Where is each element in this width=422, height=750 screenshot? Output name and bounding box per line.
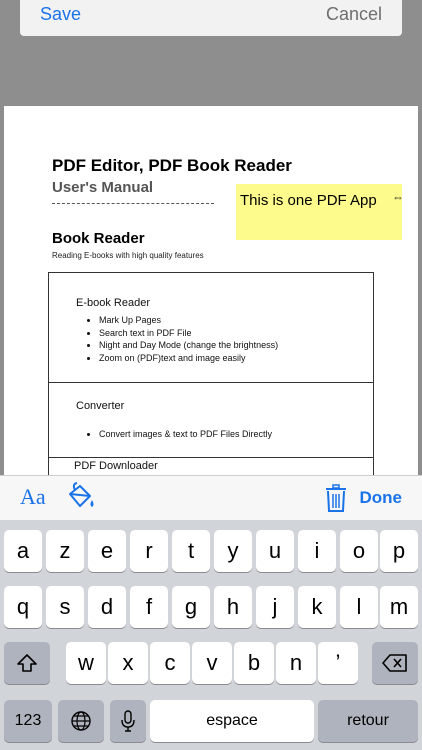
feature-box-title: E-book Reader <box>76 297 150 309</box>
key-b[interactable]: b <box>234 642 274 684</box>
feature-box-converter: Converter Convert images & text to PDF F… <box>48 383 374 458</box>
save-button[interactable]: Save <box>40 4 81 25</box>
key-s[interactable]: s <box>46 586 84 628</box>
font-icon[interactable]: Aa <box>20 484 46 510</box>
key-h[interactable]: h <box>214 586 252 628</box>
feature-box-title: PDF Downloader <box>74 460 158 472</box>
resize-handle-icon[interactable]: ⇔ <box>392 190 404 204</box>
key-w[interactable]: w <box>66 642 106 684</box>
key-t[interactable]: t <box>172 530 210 572</box>
globe-key[interactable] <box>58 700 104 742</box>
key-j[interactable]: j <box>256 586 294 628</box>
top-bar-panel: Save Cancel <box>20 0 402 36</box>
annotation-toolbar: Aa Done <box>0 475 422 520</box>
shift-key[interactable] <box>4 642 50 684</box>
list-item: Zoom on (PDF)text and image easily <box>99 352 278 365</box>
key-v[interactable]: v <box>192 642 232 684</box>
annotation-text[interactable]: This is one PDF App <box>240 192 377 209</box>
key-i[interactable]: i <box>298 530 336 572</box>
return-key[interactable]: retour <box>318 700 418 742</box>
list-item: Mark Up Pages <box>99 314 278 327</box>
backspace-icon <box>382 654 407 672</box>
shift-icon <box>17 654 37 672</box>
backspace-key[interactable] <box>372 642 418 684</box>
list-item: Night and Day Mode (change the brightnes… <box>99 339 278 352</box>
document-title: PDF Editor, PDF Book Reader <box>52 156 292 175</box>
key-n[interactable]: n <box>276 642 316 684</box>
text-annotation[interactable]: This is one PDF App ⇔ <box>236 184 404 240</box>
done-button[interactable]: Done <box>360 488 403 508</box>
key-y[interactable]: y <box>214 530 252 572</box>
top-bar: Save Cancel <box>0 0 422 36</box>
key-d[interactable]: d <box>88 586 126 628</box>
paint-bucket-icon[interactable] <box>64 482 96 512</box>
key-m[interactable]: m <box>380 586 418 628</box>
list-item: Search text in PDF File <box>99 327 278 340</box>
key-c[interactable]: c <box>150 642 190 684</box>
section-title: Book Reader <box>52 230 145 247</box>
pdf-page[interactable]: PDF Editor, PDF Book Reader User's Manua… <box>4 106 418 478</box>
key-apostrophe[interactable]: ’ <box>318 642 358 684</box>
key-e[interactable]: e <box>88 530 126 572</box>
key-q[interactable]: q <box>4 586 42 628</box>
key-k[interactable]: k <box>298 586 336 628</box>
numbers-key[interactable]: 123 <box>4 700 52 742</box>
list-item: Convert images & text to PDF Files Direc… <box>99 428 272 441</box>
feature-box-title: Converter <box>76 400 125 412</box>
keyboard: a z e r t y u i o p q s d f g h j k l m … <box>0 520 422 750</box>
key-z[interactable]: z <box>46 530 84 572</box>
key-l[interactable]: l <box>340 586 378 628</box>
section-description: Reading E-books with high quality featur… <box>52 251 204 260</box>
key-x[interactable]: x <box>108 642 148 684</box>
feature-box-ebook-reader: E-book Reader Mark Up Pages Search text … <box>48 272 374 383</box>
feature-list: Convert images & text to PDF Files Direc… <box>99 428 272 441</box>
key-u[interactable]: u <box>256 530 294 572</box>
key-f[interactable]: f <box>130 586 168 628</box>
key-p[interactable]: p <box>380 530 418 572</box>
key-a[interactable]: a <box>4 530 42 572</box>
trash-icon[interactable] <box>324 483 348 513</box>
divider <box>52 203 214 204</box>
key-r[interactable]: r <box>130 530 168 572</box>
microphone-icon <box>121 710 135 732</box>
key-g[interactable]: g <box>172 586 210 628</box>
globe-icon <box>71 711 91 731</box>
key-o[interactable]: o <box>340 530 378 572</box>
document-subtitle: User's Manual <box>52 179 154 196</box>
feature-list: Mark Up Pages Search text in PDF File Ni… <box>99 314 278 364</box>
microphone-key[interactable] <box>110 700 146 742</box>
space-key[interactable]: espace <box>150 700 314 742</box>
cancel-button[interactable]: Cancel <box>326 4 382 25</box>
